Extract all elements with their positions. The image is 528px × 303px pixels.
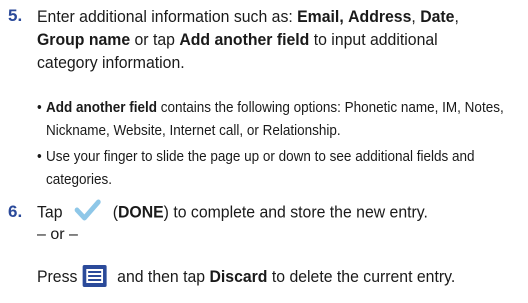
step-text: Press and then tap Discard to delete the…: [37, 264, 490, 289]
bullet-lead: Add another field: [46, 99, 158, 116]
separator: ,: [454, 7, 459, 26]
discard-tail: to delete the current entry.: [267, 267, 456, 286]
bullet-item: • Add another field contains the followi…: [37, 96, 521, 142]
press-label: Press: [37, 267, 78, 286]
separator: ,: [411, 7, 421, 26]
discard-label: Discard: [209, 267, 268, 286]
bullet-list: • Add another field contains the followi…: [37, 96, 521, 194]
bullet-item: • Use your finger to slide the page up o…: [37, 145, 521, 191]
bullet-dot: •: [37, 148, 42, 165]
field-email: Email,: [297, 7, 344, 26]
field-date: Date: [420, 7, 455, 26]
field-group-name: Group name: [37, 30, 131, 49]
bullet-dot: •: [37, 99, 42, 116]
done-label: DONE: [117, 202, 164, 222]
checkmark-icon: [69, 195, 106, 225]
done-tail: to complete and store the new entry.: [168, 202, 428, 222]
bullet-text: Use your finger to slide the page up or …: [46, 148, 475, 188]
then-tap: and then tap: [112, 267, 210, 286]
menu-icon: [83, 264, 108, 287]
step-text: Enter additional information such as: Em…: [37, 5, 490, 74]
step-mid: or tap: [130, 30, 180, 49]
step-intro: Enter additional information such as:: [37, 7, 298, 26]
step-number: 6.: [8, 202, 23, 221]
tap-label: Tap: [37, 202, 63, 222]
step-number: 5.: [8, 6, 23, 25]
or-separator: – or –: [37, 226, 78, 243]
field-address: Address: [348, 7, 412, 26]
add-field-label: Add another field: [179, 30, 310, 49]
